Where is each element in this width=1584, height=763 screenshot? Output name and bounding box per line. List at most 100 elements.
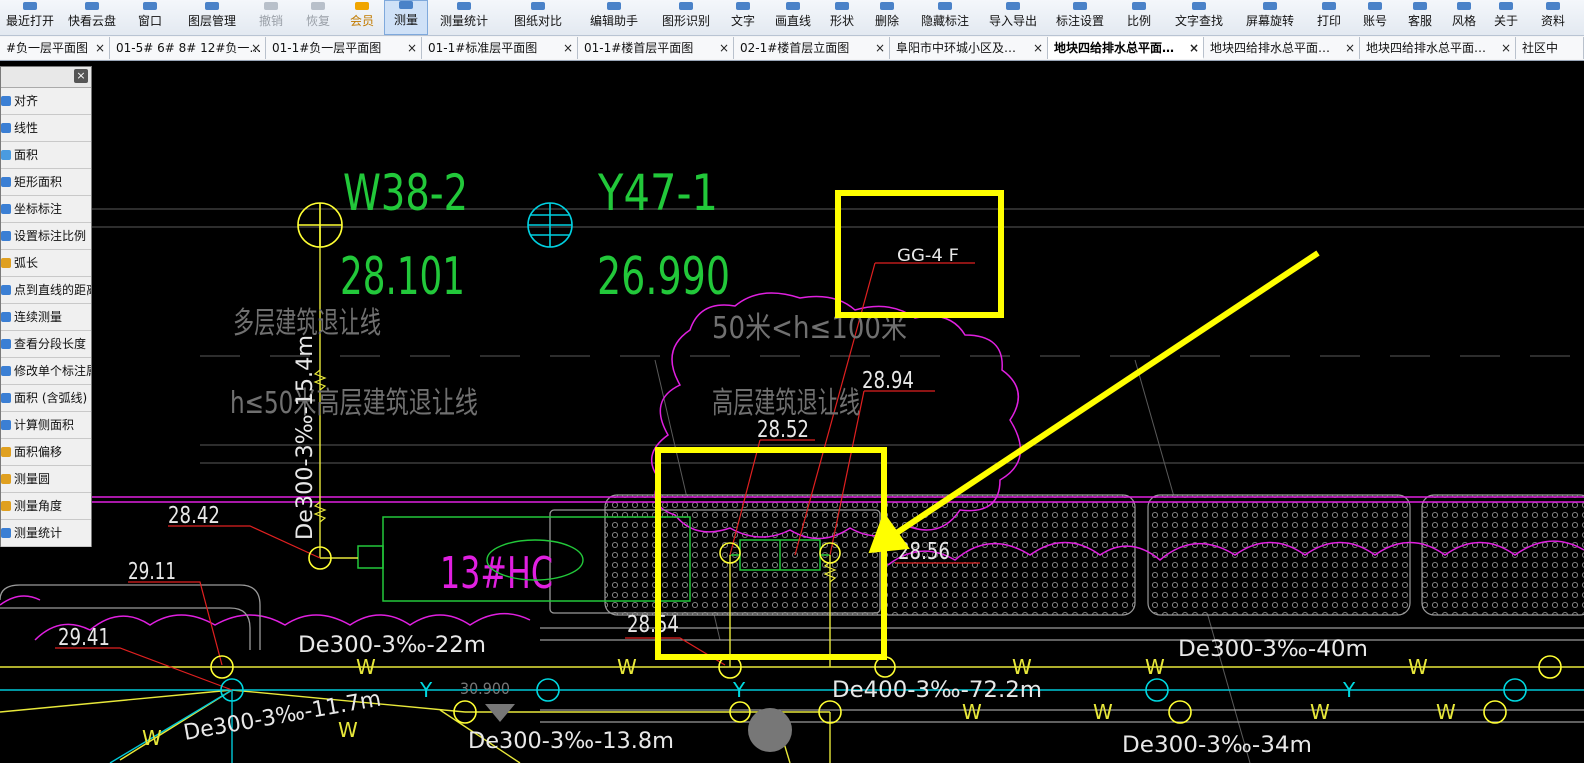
tab-close-icon[interactable]: × bbox=[407, 37, 417, 59]
toolbar-button-label: 窗口 bbox=[137, 14, 162, 28]
panel-item-point-line[interactable]: 点到直线的距离 bbox=[1, 277, 91, 304]
panel-item-edit[interactable]: 修改单个标注属性 bbox=[1, 358, 91, 385]
toolbar-icon bbox=[1263, 2, 1277, 10]
tab-close-icon[interactable]: × bbox=[1501, 37, 1511, 59]
tab-document[interactable]: 01-1#楼首层平面图 × bbox=[578, 37, 734, 59]
toolbar-button[interactable]: 编辑助手 bbox=[578, 0, 650, 35]
toolbar-icon bbox=[1192, 2, 1206, 10]
toolbar-button[interactable]: 测量统计 bbox=[430, 0, 498, 35]
toolbar-button-label: 风格 bbox=[1451, 14, 1476, 28]
toolbar-button[interactable]: 比例 bbox=[1116, 0, 1162, 35]
toolbar-icon bbox=[607, 2, 621, 10]
panel-item-angle[interactable]: 测量角度 bbox=[1, 493, 91, 520]
toolbar-button-label: 比例 bbox=[1126, 14, 1151, 28]
toolbar-button[interactable]: 最近打开 bbox=[0, 0, 60, 35]
panel-item-scale[interactable]: 设置标注比例 bbox=[1, 223, 91, 250]
label-13hc: 13#HC bbox=[440, 548, 553, 599]
toolbar-button[interactable]: 文字 bbox=[722, 0, 764, 35]
panel-item-segment[interactable]: 查看分段长度 bbox=[1, 331, 91, 358]
panel-item-linear[interactable]: 线性 bbox=[1, 115, 91, 142]
toolbar-button-label: 图层管理 bbox=[187, 14, 236, 28]
highlight-arrow-shaft bbox=[893, 250, 1320, 537]
tab-document[interactable]: 02-1#楼首层立面图 × bbox=[734, 37, 890, 59]
toolbar-button[interactable]: 图纸对比 bbox=[500, 0, 576, 35]
cad-drawing-canvas[interactable]: W W W W W W W W W W W Y Y Y W38-2 28.101… bbox=[0, 61, 1584, 763]
tab-close-icon[interactable]: × bbox=[1189, 37, 1199, 57]
toolbar-icon bbox=[1413, 2, 1427, 10]
tab-document[interactable]: 阜阳市中环城小区及… × bbox=[890, 37, 1048, 59]
toolbar-icon bbox=[1368, 2, 1382, 10]
toolbar-button[interactable]: 快看云盘 bbox=[62, 0, 122, 35]
tab-document[interactable]: 地块四给排水总平面… × bbox=[1204, 37, 1360, 59]
toolbar-button[interactable]: 风格 bbox=[1444, 0, 1484, 35]
toolbar-button[interactable]: 导入导出 bbox=[980, 0, 1046, 35]
tab-close-icon[interactable]: × bbox=[719, 37, 729, 59]
toolbar-button[interactable]: 打印 bbox=[1306, 0, 1352, 35]
toolbar-icon bbox=[1073, 2, 1087, 10]
toolbar-button[interactable]: 隐藏标注 bbox=[912, 0, 978, 35]
toolbar-button[interactable]: 客服 bbox=[1398, 0, 1442, 35]
toolbar-button-label: 打印 bbox=[1316, 14, 1341, 28]
panel-item-side-area[interactable]: 计算侧面积 bbox=[1, 412, 91, 439]
toolbar-button[interactable]: 屏幕旋转 bbox=[1236, 0, 1304, 35]
tab-document[interactable]: 社区中 bbox=[1516, 37, 1584, 59]
document-tabs: #负一层平面图 × 01-5# 6# 8# 12#负一… × 01-1#负一层平面图 × 0… bbox=[0, 36, 1584, 61]
toolbar-button[interactable]: 账号 bbox=[1354, 0, 1396, 35]
toolbar-button[interactable]: 画直线 bbox=[764, 0, 822, 35]
tab-document[interactable]: 01-5# 6# 8# 12#负一… × bbox=[110, 37, 266, 59]
tab-close-icon[interactable]: × bbox=[95, 37, 105, 59]
panel-item-rect-area[interactable]: 矩形面积 bbox=[1, 169, 91, 196]
toolbar-button[interactable]: 标注设置 bbox=[1046, 0, 1114, 35]
tab-close-icon[interactable]: × bbox=[251, 37, 261, 59]
value-w38-2: 28.101 bbox=[340, 247, 465, 307]
tab-close-icon[interactable]: × bbox=[875, 37, 885, 59]
panel-item-arc[interactable]: 弧长 bbox=[1, 250, 91, 277]
toolbar-button-label: 快看云盘 bbox=[67, 14, 116, 28]
toolbar-button[interactable]: 关于 bbox=[1486, 0, 1526, 35]
w-marker: W bbox=[1093, 700, 1113, 724]
edit-icon bbox=[1, 366, 11, 376]
toolbar-button[interactable]: 文字查找 bbox=[1164, 0, 1234, 35]
panel-item-circle[interactable]: 测量圆 bbox=[1, 466, 91, 493]
panel-item-offset[interactable]: 面积偏移 bbox=[1, 439, 91, 466]
tab-document[interactable]: 01-1#负一层平面图 × bbox=[266, 37, 422, 59]
toolbar-button[interactable]: 删除 bbox=[862, 0, 912, 35]
toolbar-button[interactable]: 资料 bbox=[1528, 0, 1578, 35]
tab-close-icon[interactable]: × bbox=[563, 37, 573, 59]
label-elev-2854: 28.54 bbox=[627, 612, 679, 638]
toolbar-button[interactable]: 图形识别 bbox=[652, 0, 720, 35]
tab-active-document[interactable]: 地块四给排水总平面… × bbox=[1048, 37, 1204, 59]
panel-item-coordinate[interactable]: 坐标标注 bbox=[1, 196, 91, 223]
panel-item-label: 矩形面积 bbox=[14, 175, 63, 189]
label-elev-2894: 28.94 bbox=[862, 368, 914, 394]
tab-document[interactable]: #负一层平面图 × bbox=[0, 37, 110, 59]
panel-item-align[interactable]: 对齐 bbox=[1, 88, 91, 115]
toolbar-button[interactable]: 会员 bbox=[340, 0, 384, 35]
toolbar-button-label: 隐藏标注 bbox=[920, 14, 969, 28]
toolbar-button[interactable]: 形状 bbox=[822, 0, 862, 35]
label-elev-2856: 28.56 bbox=[898, 539, 950, 565]
label-y47-1: Y47-1 bbox=[597, 164, 718, 222]
toolbar-button-label: 撤销 bbox=[258, 14, 283, 28]
label-gg-4f: GG-4 F bbox=[897, 246, 959, 266]
toolbar-button[interactable]: 窗口 bbox=[123, 0, 177, 35]
toolbar-button[interactable]: 测量 bbox=[384, 0, 428, 35]
close-icon[interactable]: × bbox=[74, 69, 88, 83]
toolbar-icon bbox=[1457, 2, 1471, 10]
panel-item-list: 对齐线性面积矩形面积坐标标注设置标注比例 弧长点到直线的距离连续测量 查看分段长度修… bbox=[1, 88, 91, 547]
panel-item-label: 坐标标注 bbox=[14, 202, 63, 216]
tab-close-icon[interactable]: × bbox=[1033, 37, 1043, 59]
panel-item-label: 点到直线的距离 bbox=[14, 283, 91, 297]
tab-document[interactable]: 地块四给排水总平面… × bbox=[1360, 37, 1516, 59]
tab-label: 01-1#楼首层平面图 bbox=[584, 41, 694, 55]
label-setback-h50: h≤50米高层建筑退让线 bbox=[230, 386, 478, 421]
panel-item-area[interactable]: 面积 bbox=[1, 142, 91, 169]
tab-document[interactable]: 01-1#标准层平面图 × bbox=[422, 37, 578, 59]
panel-item-label: 线性 bbox=[14, 121, 39, 135]
panel-item-label: 面积 (含弧线) bbox=[14, 391, 88, 405]
panel-item-continuous[interactable]: 连续测量 bbox=[1, 304, 91, 331]
panel-item-stats[interactable]: 测量统计 bbox=[1, 520, 91, 547]
panel-item-arc-area[interactable]: 面积 (含弧线) bbox=[1, 385, 91, 412]
toolbar-button[interactable]: 图层管理 bbox=[178, 0, 246, 35]
tab-close-icon[interactable]: × bbox=[1345, 37, 1355, 59]
